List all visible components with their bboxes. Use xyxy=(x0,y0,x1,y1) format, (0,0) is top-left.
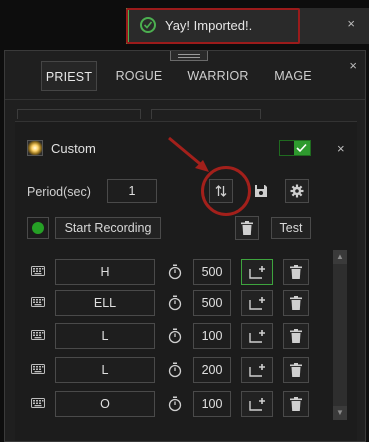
keyboard-icon xyxy=(31,266,45,276)
annotation-arrow xyxy=(168,136,209,172)
step-duration-field[interactable]: 200 xyxy=(193,357,231,383)
add-step-icon xyxy=(249,364,265,377)
delete-all-button[interactable] xyxy=(235,216,259,240)
insert-step-button[interactable] xyxy=(241,391,273,417)
save-icon xyxy=(255,185,267,197)
tab-priest[interactable]: PRIEST xyxy=(41,61,97,91)
macro-close-icon[interactable]: × xyxy=(337,141,345,156)
period-input[interactable] xyxy=(107,179,157,203)
macro-sun-icon xyxy=(27,140,43,156)
step-row: L 100 xyxy=(15,323,325,349)
class-tabs: PRIEST ROGUE WARRIOR MAGE xyxy=(5,61,365,91)
step-row: O 100 xyxy=(15,391,325,417)
step-row: L 200 xyxy=(15,357,325,383)
scroll-down-icon[interactable]: ▼ xyxy=(333,406,347,420)
steps-scrollbar[interactable]: ▲ ▼ xyxy=(333,250,347,420)
delete-step-button[interactable] xyxy=(283,290,309,316)
step-duration-field[interactable]: 500 xyxy=(193,290,231,316)
tab-mage[interactable]: MAGE xyxy=(267,61,319,91)
record-dot-icon xyxy=(32,222,44,234)
insert-step-button[interactable] xyxy=(241,357,273,383)
keyboard-icon xyxy=(31,398,45,408)
record-indicator[interactable] xyxy=(27,217,49,239)
add-step-icon xyxy=(249,398,265,411)
add-step-icon xyxy=(249,297,265,310)
stopwatch-icon xyxy=(168,328,182,344)
trash-icon xyxy=(290,265,302,279)
macro-card: Custom × Period(sec) 1 Start Recording T… xyxy=(15,121,357,441)
tab-warrior[interactable]: WARRIOR xyxy=(183,61,253,91)
collapsed-section xyxy=(151,109,261,119)
gear-icon xyxy=(290,184,304,198)
settings-button[interactable] xyxy=(285,179,309,203)
delete-step-button[interactable] xyxy=(283,259,309,285)
tab-divider xyxy=(5,99,365,100)
insert-step-button[interactable] xyxy=(241,259,273,285)
collapsed-section xyxy=(17,109,141,119)
add-step-icon xyxy=(249,266,265,279)
step-key-field[interactable]: L xyxy=(55,323,155,349)
keyboard-icon xyxy=(31,297,45,307)
start-recording-button[interactable]: Start Recording xyxy=(55,217,161,239)
step-key-field[interactable]: L xyxy=(55,357,155,383)
trash-icon xyxy=(290,397,302,411)
macro-enable-toggle[interactable] xyxy=(279,140,311,156)
stopwatch-icon xyxy=(168,362,182,378)
delete-step-button[interactable] xyxy=(283,323,309,349)
stopwatch-icon xyxy=(168,295,182,311)
save-button[interactable] xyxy=(249,179,273,203)
import-export-button[interactable] xyxy=(209,179,233,203)
tab-rogue[interactable]: ROGUE xyxy=(111,61,167,91)
scroll-up-icon[interactable]: ▲ xyxy=(333,250,347,264)
insert-step-button[interactable] xyxy=(241,290,273,316)
macro-name: Custom xyxy=(51,141,96,156)
delete-step-button[interactable] xyxy=(283,391,309,417)
delete-step-button[interactable] xyxy=(283,357,309,383)
add-step-icon xyxy=(249,330,265,343)
toast-close-icon[interactable]: × xyxy=(347,16,355,31)
trash-icon xyxy=(290,329,302,343)
stopwatch-icon xyxy=(168,264,182,280)
stopwatch-icon xyxy=(168,396,182,412)
insert-step-button[interactable] xyxy=(241,323,273,349)
step-duration-field[interactable]: 500 xyxy=(193,259,231,285)
step-row: H 500 xyxy=(15,259,325,285)
trash-icon xyxy=(290,363,302,377)
step-row: ELL 500 xyxy=(15,290,325,316)
keyboard-icon xyxy=(31,364,45,374)
trash-icon xyxy=(290,296,302,310)
drag-handle-icon[interactable] xyxy=(170,51,208,61)
macro-panel: × PRIEST ROGUE WARRIOR MAGE Custom × Per… xyxy=(4,50,366,442)
step-key-field[interactable]: O xyxy=(55,391,155,417)
step-duration-field[interactable]: 100 xyxy=(193,323,231,349)
step-duration-field[interactable]: 100 xyxy=(193,391,231,417)
test-button[interactable]: Test xyxy=(271,217,311,239)
trash-icon xyxy=(241,221,253,235)
step-key-field[interactable]: ELL xyxy=(55,290,155,316)
period-label: Period(sec) xyxy=(27,185,91,199)
step-key-field[interactable]: H xyxy=(55,259,155,285)
toast-highlight-annotation xyxy=(126,8,300,44)
swap-vertical-icon xyxy=(215,185,227,197)
keyboard-icon xyxy=(31,330,45,340)
